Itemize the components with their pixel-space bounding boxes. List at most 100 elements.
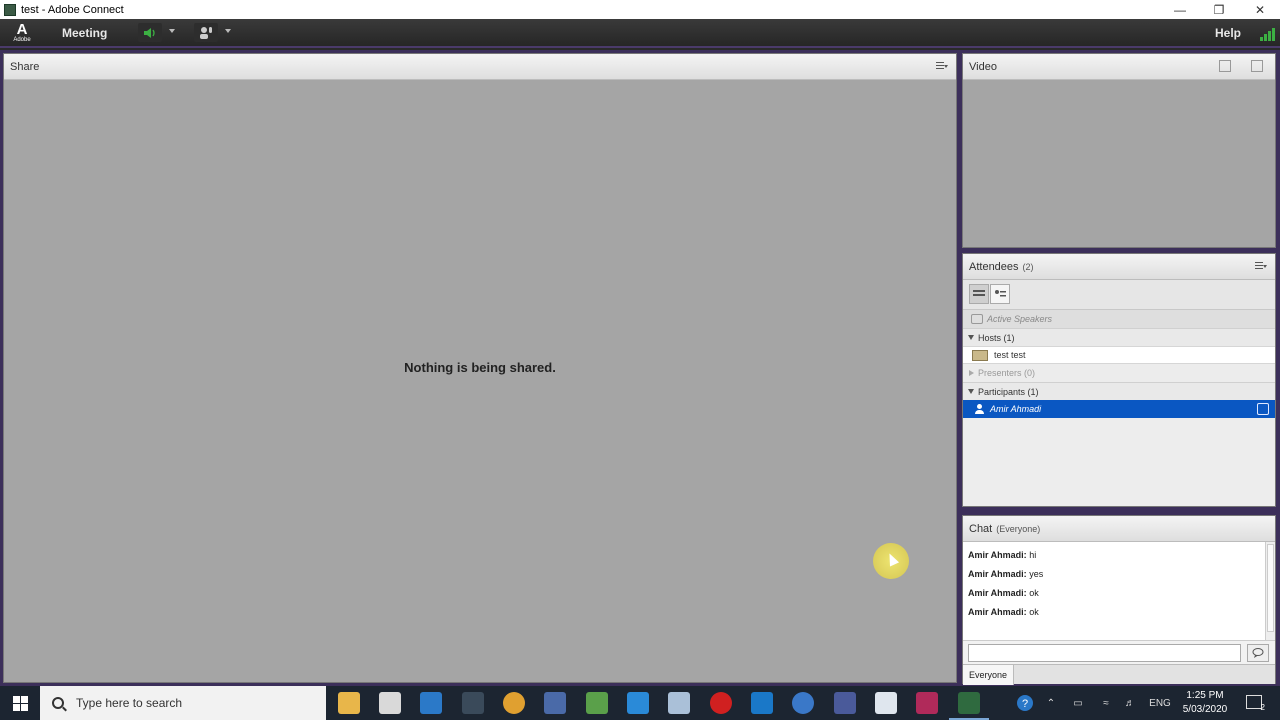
- minimize-button[interactable]: —: [1160, 0, 1200, 19]
- chat-scroll-thumb[interactable]: [1267, 544, 1274, 632]
- printer-icon[interactable]: [668, 692, 690, 714]
- start-button[interactable]: [0, 686, 40, 720]
- taskbar-clock[interactable]: 1:25 PM 5/03/2020: [1172, 689, 1238, 717]
- mail-icon[interactable]: [627, 692, 649, 714]
- person-list-icon: [995, 290, 1006, 297]
- attendees-pod-header: Attendees (2): [963, 254, 1275, 280]
- adobe-connect-app-icon: [4, 3, 16, 16]
- help-menu[interactable]: Help: [1215, 26, 1241, 40]
- send-message-button[interactable]: [1247, 644, 1269, 662]
- participants-group-row[interactable]: Participants (1): [963, 382, 1275, 400]
- window-titlebar: test - Adobe Connect — ❐ ✕: [0, 0, 1280, 19]
- video-pod-header: Video: [963, 54, 1275, 80]
- edge-icon[interactable]: [751, 692, 773, 714]
- share-pod-menu-icon[interactable]: [936, 62, 948, 72]
- tab-everyone[interactable]: Everyone: [963, 665, 1015, 685]
- video-pod-menu-icon[interactable]: [1251, 60, 1263, 72]
- host-icon: [972, 349, 988, 361]
- share-pod: Share Nothing is being shared.: [3, 53, 957, 683]
- clock-time: 1:25 PM: [1186, 690, 1224, 701]
- vscode-icon[interactable]: [420, 692, 442, 714]
- clock-date: 5/03/2020: [1182, 704, 1228, 715]
- hosts-group-row[interactable]: Hosts (1): [963, 328, 1275, 346]
- help-tray-icon[interactable]: ?: [1013, 686, 1037, 720]
- share-content-area: Nothing is being shared.: [4, 80, 956, 682]
- fullscreen-icon[interactable]: [1219, 60, 1231, 72]
- chat-scrollbar[interactable]: [1265, 542, 1275, 640]
- chrome-icon[interactable]: [503, 692, 525, 714]
- connection-signal-icon: [1260, 27, 1276, 41]
- spreadsheet-icon[interactable]: [586, 692, 608, 714]
- host-user-name: test test: [994, 350, 1026, 360]
- attendees-toolbar: [963, 280, 1275, 310]
- language-indicator[interactable]: ENG: [1146, 686, 1174, 720]
- wifi-icon[interactable]: ≈: [1096, 686, 1116, 720]
- chat-tabs: Everyone: [963, 664, 1275, 685]
- restore-button[interactable]: ❐: [1199, 0, 1239, 19]
- remote-icon[interactable]: [544, 692, 566, 714]
- svg-text:?: ?: [1022, 698, 1028, 710]
- microphone-button[interactable]: [194, 23, 218, 42]
- meeting-menu[interactable]: Meeting: [62, 26, 107, 40]
- active-speakers-row: Active Speakers: [963, 310, 1275, 328]
- speech-bubble-icon: [1252, 648, 1264, 658]
- speaker-dropdown-arrow-icon[interactable]: [169, 29, 175, 33]
- file-explorer-icon[interactable]: [338, 692, 360, 714]
- photos-icon[interactable]: [875, 692, 897, 714]
- expand-arrow-icon: [968, 389, 974, 394]
- chat-message: Amir Ahmadi: ok: [968, 607, 1039, 617]
- infinity-icon[interactable]: [462, 692, 484, 714]
- show-hidden-icons-icon[interactable]: ⌃: [1043, 686, 1059, 720]
- browser-icon[interactable]: [792, 692, 814, 714]
- attendee-count: (2): [1022, 262, 1034, 272]
- battery-icon[interactable]: ▭: [1068, 686, 1088, 720]
- attendee-list-empty-area: [963, 418, 1275, 506]
- presenters-group-row[interactable]: Presenters (0): [963, 364, 1275, 382]
- chat-scope: (Everyone): [996, 524, 1041, 534]
- attendees-pod-title: Attendees: [969, 261, 1019, 273]
- attendees-pod: Attendees (2) Active Speakers Hosts (1) t…: [962, 253, 1276, 507]
- speaker-icon: [144, 27, 155, 38]
- network-icon[interactable]: [834, 692, 856, 714]
- chat-messages: Amir Ahmadi: hi Amir Ahmadi: yes Amir Ah…: [963, 542, 1265, 640]
- media-icon[interactable]: [916, 692, 938, 714]
- volume-icon[interactable]: ♬: [1120, 686, 1140, 720]
- microphone-status-icon[interactable]: [1257, 403, 1269, 415]
- active-speakers-icon: [971, 314, 983, 324]
- microphone-user-icon: [200, 27, 212, 39]
- chat-message-input[interactable]: [968, 644, 1241, 662]
- collapse-arrow-icon: [969, 370, 974, 376]
- participant-user-row[interactable]: Amir Ahmadi: [963, 400, 1275, 418]
- host-user-row[interactable]: test test: [963, 346, 1275, 364]
- microphone-dropdown-arrow-icon[interactable]: [225, 29, 231, 33]
- app-menubar: A Adobe Meeting Help: [0, 19, 1280, 48]
- meeting-room: Share Nothing is being shared. Video Att…: [0, 50, 1280, 686]
- status-view-button[interactable]: [990, 284, 1010, 304]
- taskbar-search[interactable]: Type here to search: [40, 686, 326, 720]
- share-pod-header: Share: [4, 54, 956, 80]
- video-pod-title: Video: [969, 61, 997, 73]
- store-icon[interactable]: [379, 692, 401, 714]
- chat-pod-title: Chat: [969, 523, 993, 535]
- expand-arrow-icon: [968, 335, 974, 340]
- window-title: test - Adobe Connect: [21, 3, 124, 16]
- list-view-icon: [973, 290, 985, 296]
- participant-user-name: Amir Ahmadi: [990, 404, 1042, 414]
- notifications-icon[interactable]: 2: [1246, 695, 1265, 712]
- chat-input-row: [963, 640, 1275, 664]
- attendees-pod-menu-icon[interactable]: [1255, 262, 1267, 272]
- chat-message: Amir Ahmadi: ok: [968, 588, 1039, 598]
- video-pod: Video: [962, 53, 1276, 248]
- close-button[interactable]: ✕: [1240, 0, 1280, 19]
- opera-icon[interactable]: [710, 692, 732, 714]
- search-icon: [52, 697, 64, 709]
- windows-taskbar: Type here to search ? ⌃ ▭ ≈ ♬ ENG 1:25 P…: [0, 686, 1280, 720]
- adobe-logo: A Adobe: [13, 21, 31, 43]
- adobe-connect-icon[interactable]: [949, 692, 989, 720]
- chat-message: Amir Ahmadi: yes: [968, 569, 1044, 579]
- empty-share-message: Nothing is being shared.: [404, 360, 556, 375]
- speaker-button[interactable]: [138, 23, 162, 42]
- video-area: [963, 80, 1275, 247]
- list-view-button[interactable]: [969, 284, 989, 304]
- windows-logo-icon: [12, 695, 28, 711]
